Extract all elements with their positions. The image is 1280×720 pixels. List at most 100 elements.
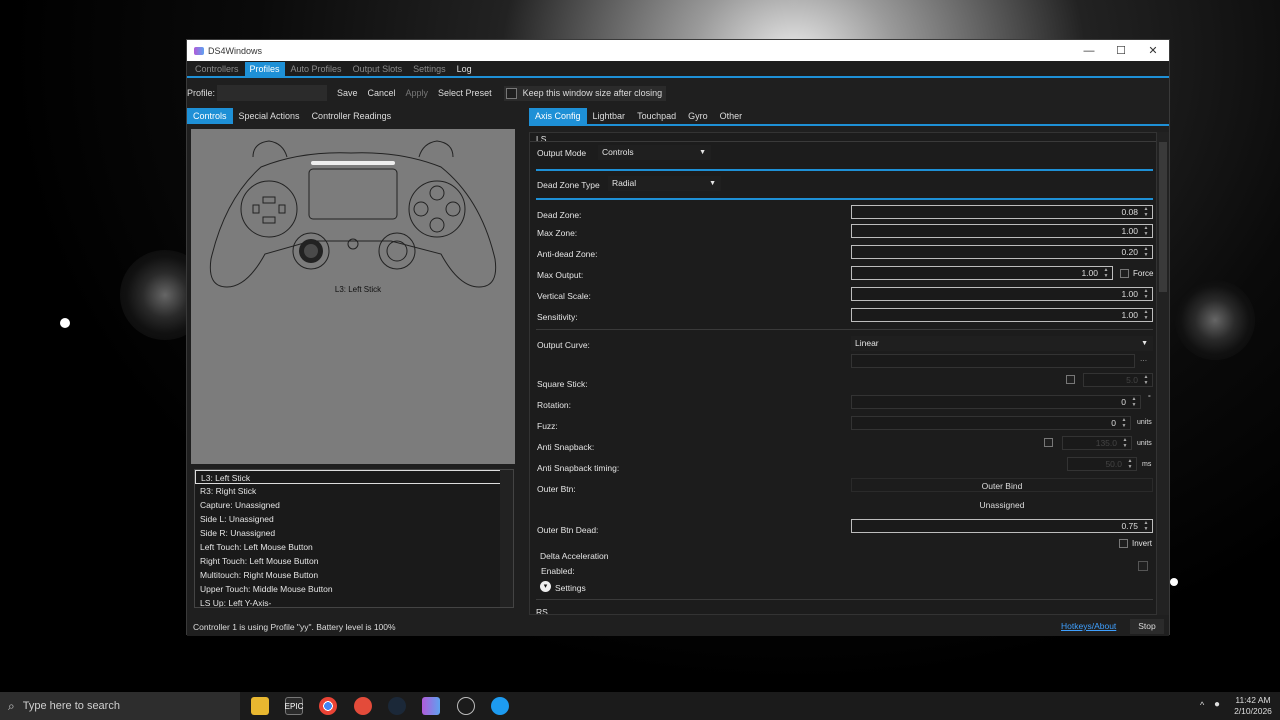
windows-taskbar: ⌕ Type here to search EPIC ^ ● 11:42 AM … <box>0 692 1280 720</box>
tab-other[interactable]: Other <box>714 108 749 124</box>
microphone-icon[interactable]: ● <box>1214 699 1220 710</box>
binding-list[interactable]: L3: Left Stick R3: Right Stick Capture: … <box>194 469 514 608</box>
list-item[interactable]: Left Touch: Left Mouse Button <box>195 540 501 554</box>
fuzz-input[interactable]: 0 ▲ ▼ <box>851 416 1131 430</box>
spinner-icon[interactable]: ▲ ▼ <box>1141 309 1151 321</box>
dead-zone-type-label: Dead Zone Type <box>537 180 600 190</box>
anti-snapback-unit: units <box>1137 440 1152 447</box>
anti-snapback-input[interactable]: 135.0 ▲ ▼ <box>1062 436 1132 450</box>
tab-controls[interactable]: Controls <box>187 107 233 124</box>
tab-gyro[interactable]: Gyro <box>682 108 714 124</box>
speaker-decoration <box>1175 280 1255 360</box>
sensitivity-input[interactable]: 1.00 ▲ ▼ <box>851 308 1153 322</box>
spinner-icon[interactable]: ▲ ▼ <box>1101 267 1111 279</box>
title-bar[interactable]: DS4Windows — ☐ ✕ <box>187 40 1169 61</box>
delta-enabled-label: Enabled: <box>541 566 575 576</box>
tab-lightbar[interactable]: Lightbar <box>587 108 632 124</box>
chevron-up-icon[interactable]: ^ <box>1200 700 1204 710</box>
left-tabs: Controls Special Actions Controller Read… <box>187 107 517 124</box>
sensitivity-label: Sensitivity: <box>537 312 578 322</box>
spinner-icon[interactable]: ▲ ▼ <box>1141 206 1151 218</box>
minimize-button[interactable]: — <box>1073 40 1105 61</box>
tab-profiles[interactable]: Profiles <box>244 61 285 76</box>
app-icon[interactable] <box>491 697 509 715</box>
outer-bind-button[interactable]: Outer Bind <box>851 478 1153 492</box>
save-button[interactable]: Save <box>333 86 362 100</box>
spinner-icon[interactable]: ▲ ▼ <box>1129 396 1139 408</box>
chrome-icon[interactable] <box>319 697 337 715</box>
list-scrollbar[interactable] <box>500 470 513 607</box>
spinner-icon[interactable]: ▲ ▼ <box>1120 437 1130 449</box>
clock-date: 2/10/2026 <box>1234 706 1272 716</box>
list-item[interactable]: Side R: Unassigned <box>195 526 501 540</box>
list-item[interactable]: Multitouch: Right Mouse Button <box>195 568 501 582</box>
dead-zone-type-dropdown[interactable]: Radial ▼ <box>608 176 721 191</box>
invert-checkbox[interactable] <box>1119 539 1128 548</box>
app-icon[interactable] <box>354 697 372 715</box>
square-stick-roundness-input[interactable]: 5.0 ▲ ▼ <box>1083 373 1153 387</box>
taskbar-clock[interactable]: 11:42 AM 2/10/2026 <box>1228 695 1278 717</box>
rotation-input[interactable]: 0 ▲ ▼ <box>851 395 1141 409</box>
list-item[interactable]: Side L: Unassigned <box>195 512 501 526</box>
list-item[interactable]: R3: Right Stick <box>195 484 501 498</box>
epic-games-icon[interactable]: EPIC <box>285 697 303 715</box>
tab-auto-profiles[interactable]: Auto Profiles <box>286 62 347 76</box>
spinner-icon[interactable]: ▲ ▼ <box>1125 458 1135 470</box>
list-item[interactable]: Capture: Unassigned <box>195 498 501 512</box>
spinner-icon[interactable]: ▲ ▼ <box>1141 288 1151 300</box>
delta-settings-expander[interactable]: Settings <box>555 583 586 593</box>
list-item[interactable]: Right Touch: Left Mouse Button <box>195 554 501 568</box>
apply-button[interactable]: Apply <box>402 86 433 100</box>
hotkeys-about-link[interactable]: Hotkeys/About <box>1061 621 1116 631</box>
select-preset-button[interactable]: Select Preset <box>434 86 496 100</box>
outer-btn-dead-input[interactable]: 0.75 ▲ ▼ <box>851 519 1153 533</box>
tab-controller-readings[interactable]: Controller Readings <box>306 108 398 124</box>
profile-name-input[interactable] <box>217 85 327 101</box>
tab-log[interactable]: Log <box>452 62 477 76</box>
taskbar-search-box[interactable]: ⌕ Type here to search <box>0 692 240 720</box>
steam-icon[interactable] <box>388 697 406 715</box>
cancel-button[interactable]: Cancel <box>364 86 400 100</box>
anti-snapback-timing-input[interactable]: 50.0 ▲ ▼ <box>1067 457 1137 471</box>
tab-controllers[interactable]: Controllers <box>190 62 244 76</box>
tab-axis-config[interactable]: Axis Config <box>529 107 587 124</box>
stop-button[interactable]: Stop <box>1130 619 1164 634</box>
delta-enabled-checkbox[interactable] <box>1138 561 1148 571</box>
tab-special-actions[interactable]: Special Actions <box>233 108 306 124</box>
spinner-icon[interactable]: ▲ ▼ <box>1141 374 1151 386</box>
spinner-icon[interactable]: ▲ ▼ <box>1119 417 1129 429</box>
dead-zone-input[interactable]: 0.08 ▲ ▼ <box>851 205 1153 219</box>
spinner-icon[interactable]: ▲ ▼ <box>1141 246 1151 258</box>
keep-window-size-option[interactable]: Keep this window size after closing <box>503 85 667 101</box>
maximize-button[interactable]: ☐ <box>1105 40 1137 61</box>
anti-dead-zone-input[interactable]: 0.20 ▲ ▼ <box>851 245 1153 259</box>
list-item[interactable]: L3: Left Stick <box>195 470 501 484</box>
file-explorer-icon[interactable] <box>251 697 269 715</box>
list-item[interactable]: LS Up: Left Y-Axis- <box>195 596 501 607</box>
tab-output-slots[interactable]: Output Slots <box>348 62 408 76</box>
tab-touchpad[interactable]: Touchpad <box>631 108 682 124</box>
custom-curve-input[interactable] <box>851 354 1135 368</box>
keep-size-checkbox[interactable] <box>505 87 517 99</box>
scrollbar-thumb[interactable] <box>1159 142 1167 292</box>
axis-panel-scrollbar[interactable] <box>1157 132 1169 615</box>
force-checkbox[interactable] <box>1120 269 1129 278</box>
curve-editor-button[interactable]: ... <box>1140 353 1147 363</box>
expand-chevron-icon[interactable]: ▾ <box>540 581 551 592</box>
close-button[interactable]: ✕ <box>1137 40 1169 61</box>
ds4windows-taskbar-icon[interactable] <box>422 697 440 715</box>
spinner-icon[interactable]: ▲ ▼ <box>1141 520 1151 532</box>
output-curve-dropdown[interactable]: Linear ▼ <box>851 336 1153 351</box>
max-output-input[interactable]: 1.00 ▲ ▼ <box>851 266 1113 280</box>
obs-icon[interactable] <box>457 697 475 715</box>
max-zone-input[interactable]: 1.00 ▲ ▼ <box>851 224 1153 238</box>
spinner-icon[interactable]: ▲ ▼ <box>1141 225 1151 237</box>
anti-snapback-checkbox[interactable] <box>1044 438 1053 447</box>
axis-config-panel: LS Output Mode Controls ▼ Dead Zone Type… <box>529 132 1157 615</box>
controller-diagram[interactable] <box>191 129 515 299</box>
vertical-scale-input[interactable]: 1.00 ▲ ▼ <box>851 287 1153 301</box>
list-item[interactable]: Upper Touch: Middle Mouse Button <box>195 582 501 596</box>
tab-settings[interactable]: Settings <box>408 62 451 76</box>
square-stick-checkbox[interactable] <box>1066 375 1075 384</box>
output-mode-dropdown[interactable]: Controls ▼ <box>598 145 711 160</box>
